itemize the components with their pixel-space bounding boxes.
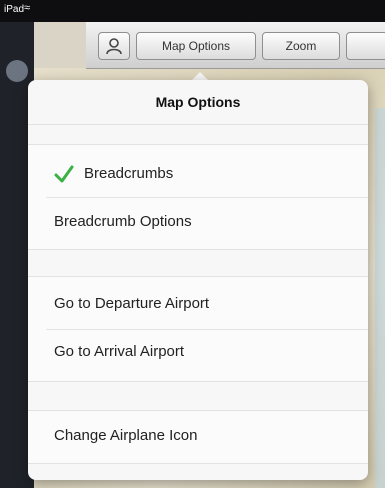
- go-to-departure-airport-item[interactable]: Go to Departure Airport: [28, 281, 368, 327]
- carrier-label: iPad: [4, 4, 25, 15]
- user-button[interactable]: [98, 32, 130, 60]
- departure-airport-label: Go to Departure Airport: [54, 295, 210, 312]
- breadcrumb-options-item[interactable]: Breadcrumb Options: [28, 199, 368, 245]
- map-feature: [375, 108, 385, 488]
- wifi-icon: ≈: [24, 2, 31, 14]
- map-options-popover: Map Options Breadcrumbs Breadcrumb Optio…: [28, 80, 368, 480]
- person-icon: [106, 38, 122, 55]
- status-bar: iPad ≈: [0, 0, 385, 22]
- map-options-button[interactable]: Map Options: [136, 32, 256, 60]
- map-toolbar: Map Options Zoom: [86, 22, 385, 69]
- toolbar-button-partial[interactable]: [346, 32, 385, 60]
- breadcrumb-group: Breadcrumbs Breadcrumb Options: [28, 144, 368, 250]
- airport-group: Go to Departure Airport Go to Arrival Ai…: [28, 276, 368, 382]
- globe-icon[interactable]: [6, 60, 28, 82]
- airplane-group: Change Airplane Icon: [28, 410, 368, 464]
- change-airplane-icon-item[interactable]: Change Airplane Icon: [28, 413, 368, 459]
- divider: [46, 197, 368, 198]
- breadcrumbs-label: Breadcrumbs: [84, 165, 174, 182]
- arrival-airport-label: Go to Arrival Airport: [54, 343, 185, 360]
- go-to-arrival-airport-item[interactable]: Go to Arrival Airport: [28, 329, 368, 375]
- change-airplane-icon-label: Change Airplane Icon: [54, 427, 198, 444]
- breadcrumbs-toggle[interactable]: Breadcrumbs: [28, 151, 368, 197]
- breadcrumb-options-label: Breadcrumb Options: [54, 213, 192, 230]
- zoom-button[interactable]: Zoom: [262, 32, 340, 60]
- popover-title: Map Options: [28, 80, 368, 125]
- checkmark-icon: [54, 165, 74, 183]
